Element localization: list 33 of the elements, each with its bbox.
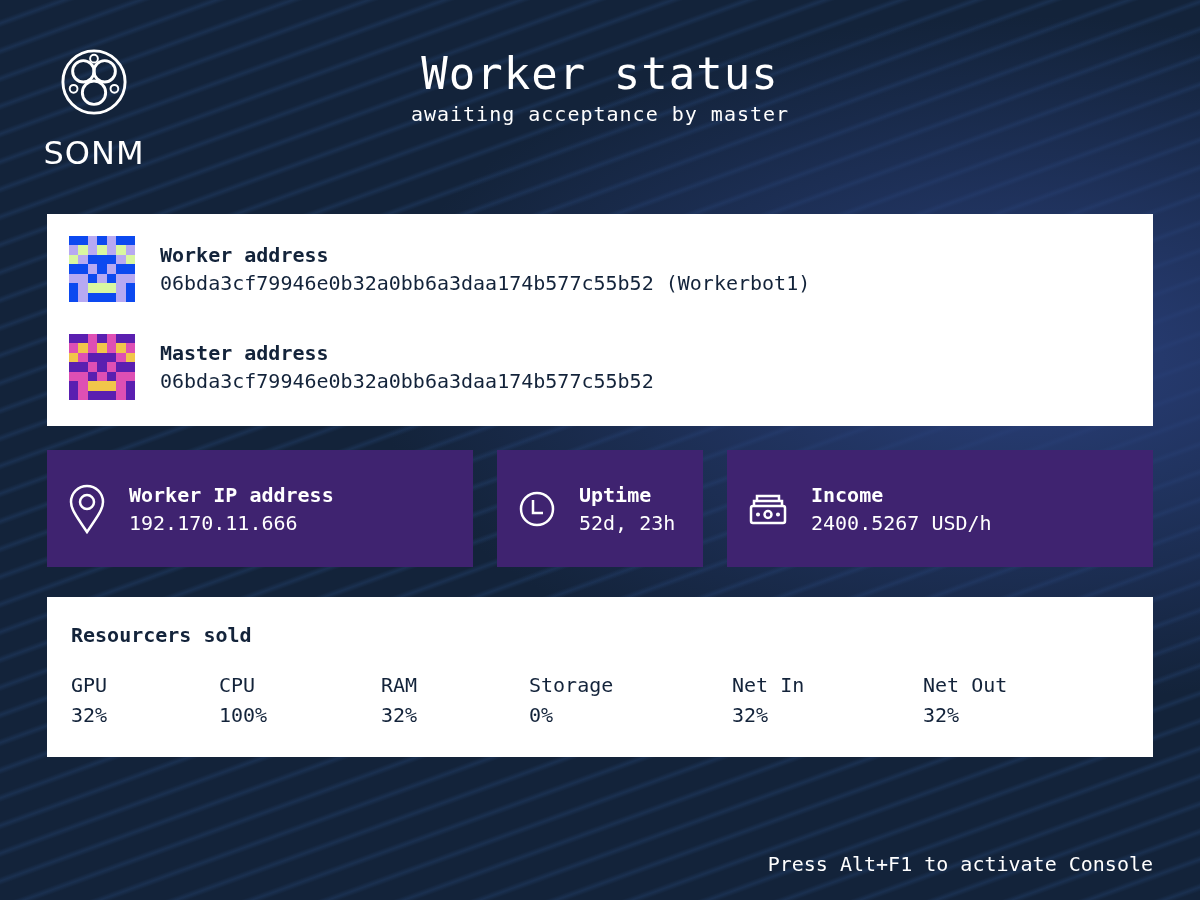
stat-value: 52d, 23h [579,510,676,535]
stat-value: 192.170.11.666 [129,510,299,535]
resource-value: 100% [219,703,269,727]
address-value: 06bda3cf79946e0b32a0bb6a3daa174b577c55b52 [160,369,654,393]
identicon-drawing [69,334,135,400]
address-label: Master address [160,341,330,365]
resource-label: Net Out [923,673,1009,697]
stat-label: Worker IP address [129,482,334,507]
resource-label: Storage [529,673,615,697]
resource-value: 32% [923,703,961,727]
resource-label: GPU [71,673,109,697]
console-hint: Press Alt+F1 to activate Console [767,852,1153,876]
stat-label: Uptime [579,482,653,507]
resource-value: 0% [529,703,555,727]
address-label: Worker address [160,243,330,267]
address-value: 06bda3cf79946e0b32a0bb6a3daa174b577c55b52 (Workerbot1) [160,271,811,295]
cash-stack-icon [749,492,787,525]
resource-label: Net In [732,673,806,697]
resource-value: 32% [732,703,770,727]
page-subtitle: awaiting acceptance by master [410,102,790,127]
resource-label: CPU [219,673,257,697]
resource-value: 32% [381,703,419,727]
location-pin-icon [69,483,105,534]
stat-label: Income [811,482,885,507]
resources-title: Resourcers sold [71,623,253,647]
identicon-drawing [69,236,135,302]
resource-value: 32% [71,703,109,727]
stat-value: 2400.5267 USD/h [811,510,992,535]
resource-label: RAM [381,673,419,697]
logo-icon [59,48,129,116]
logo-wordmark: SONM [43,134,145,172]
clock-icon [519,490,555,527]
page-title: Worker status [421,50,779,99]
